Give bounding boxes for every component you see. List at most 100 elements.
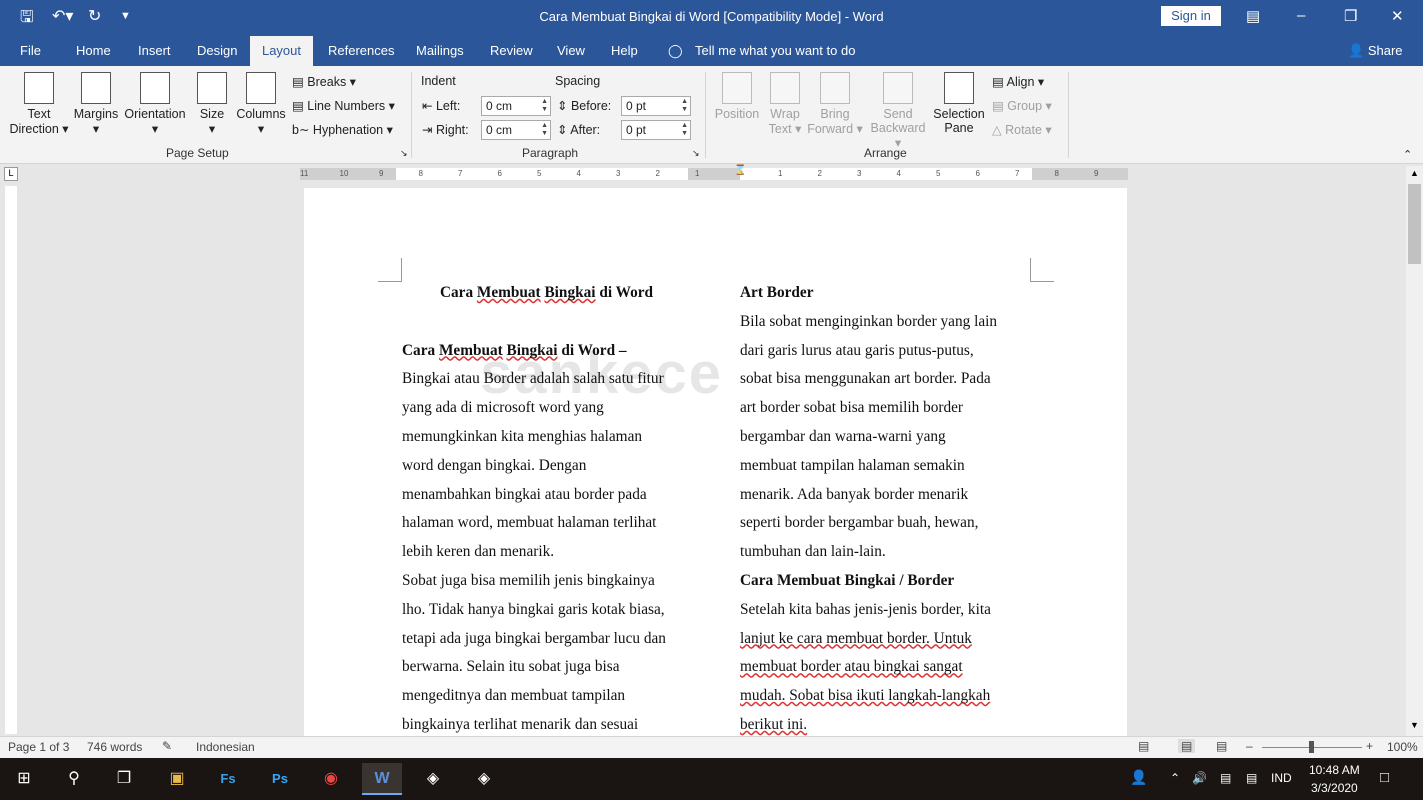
position-button[interactable]: Position [712,72,762,121]
notifications-icon[interactable]: □ [1380,769,1389,786]
spinner-icon[interactable]: ▲ ▼ [681,98,688,114]
clock-date[interactable]: 3/3/2020 [1311,781,1358,795]
send-backward-button[interactable]: Send Backward ▾ [866,72,930,150]
ruler-label: 2 [817,169,822,178]
scroll-up-icon[interactable]: ▲ [1410,168,1419,178]
tab-mailings[interactable]: Mailings [416,43,464,58]
text-line: membuat border atau bingkai sangat [740,658,963,676]
minimize-icon[interactable]: – [1297,7,1305,24]
paragraph-launcher-icon[interactable]: ↘ [692,148,700,159]
collapse-ribbon-icon[interactable]: ⌃ [1403,148,1412,161]
hyphenation-button[interactable]: b∼ Hyphenation ▾ [292,122,393,137]
restore-icon[interactable]: ❐ [1344,7,1357,25]
size-label: Size [199,107,225,121]
indent-left-label: ⇤ Left: [422,99,461,113]
tab-help[interactable]: Help [611,43,638,58]
tab-layout[interactable]: Layout [250,36,313,66]
photoshop-icon[interactable]: Ps [260,763,300,795]
ruler-label: 6 [975,169,980,178]
close-icon[interactable]: ✕ [1391,7,1404,25]
zoom-slider-thumb[interactable] [1309,741,1314,753]
app-icon[interactable]: ◈ [464,763,504,795]
text-line: lebih keren dan menarik. [402,543,555,561]
spinner-icon[interactable]: ▲ ▼ [541,122,548,138]
spacing-before-icon: ⇕ [557,99,568,113]
wrap-text-icon [770,72,800,104]
ruler-label: 7 [458,169,463,178]
zoom-in-icon[interactable]: + [1366,739,1373,753]
status-bar: Page 1 of 3 746 words ✎ Indonesian ▤ ▤ ▤… [0,736,1423,758]
page-setup-launcher-icon[interactable]: ↘ [400,148,408,159]
rotate-button[interactable]: △ Rotate ▾ [992,122,1052,137]
sign-in-button[interactable]: Sign in [1161,6,1221,26]
ruler-label: 3 [857,169,862,178]
word-count[interactable]: 746 words [87,740,142,754]
zoom-out-icon[interactable]: – [1246,739,1253,753]
chrome-icon[interactable]: ◉ [311,763,351,795]
tab-selector[interactable]: L [4,167,18,181]
group-button[interactable]: ▤ Group ▾ [992,98,1052,113]
columns-button[interactable]: Columns ▾ [234,72,288,136]
tab-home[interactable]: Home [76,43,111,58]
tab-design[interactable]: Design [197,43,237,58]
vertical-scrollbar[interactable]: ▲ ▼ [1406,166,1423,736]
zoom-level[interactable]: 100% [1387,740,1418,754]
spinner-icon[interactable]: ▲ ▼ [681,122,688,138]
breaks-button[interactable]: ▤ Breaks ▾ [292,74,356,89]
scroll-thumb[interactable] [1408,184,1421,264]
text-line: bergambar dan warna-warni yang [740,427,946,445]
tray-chevron-icon[interactable]: ⌃ [1170,771,1180,785]
line-numbers-button[interactable]: ▤ Line Numbers ▾ [292,98,395,113]
margins-button[interactable]: Margins ▾ [72,72,120,136]
tab-review[interactable]: Review [490,43,533,58]
search-icon[interactable]: ⚲ [54,763,94,795]
fs-app-icon[interactable]: Fs [208,763,248,795]
web-layout-icon[interactable]: ▤ [1216,739,1227,753]
connect-icon[interactable]: ▤ [1246,771,1257,785]
text-line: yang ada di microsoft word yang [402,399,604,417]
tab-file[interactable]: File [20,43,41,58]
tell-me-search[interactable]: Tell me what you want to do [695,43,855,58]
proofing-icon[interactable]: ✎ [162,739,172,753]
text-line: seperti border bergambar buah, hewan, [740,514,979,532]
app-icon[interactable]: ◈ [413,763,453,795]
spinner-icon[interactable]: ▲ ▼ [541,98,548,114]
language[interactable]: Indonesian [196,740,255,754]
ribbon-display-icon[interactable]: ▤ [1246,7,1260,25]
share-button[interactable]: 👤 Share [1348,43,1403,59]
wrap-text-button[interactable]: Wrap Text ▾ [764,72,806,136]
horizontal-ruler[interactable]: 11 10 9 8 7 6 5 4 3 2 1 1 2 3 4 5 6 7 8 9 ⌛ [300,165,1128,180]
send-backward-label-1: Send [883,107,913,121]
separator [411,72,412,158]
scroll-down-icon[interactable]: ▼ [1410,720,1419,730]
network-icon[interactable]: ▤ [1220,771,1231,785]
indent-marker-icon[interactable]: ⌛ [734,165,746,176]
task-view-icon[interactable]: ❐ [104,763,144,795]
clock-time[interactable]: 10:48 AM [1309,763,1360,777]
file-explorer-icon[interactable]: ▣ [157,763,197,795]
text-direction-button[interactable]: Text Direction ▾ [8,72,70,136]
tab-view[interactable]: View [557,43,585,58]
word-icon[interactable]: W [362,763,402,795]
volume-icon[interactable]: 🔊 [1192,771,1207,785]
bring-forward-button[interactable]: Bring Forward ▾ [806,72,864,136]
tab-references[interactable]: References [328,43,394,58]
left-column[interactable]: Cara Membuat Bingkai di Word Cara Membua… [402,279,691,740]
spacing-after-input[interactable]: 0 pt ▲ ▼ [621,120,691,140]
size-button[interactable]: Size ▾ [194,72,230,136]
spacing-before-input[interactable]: 0 pt ▲ ▼ [621,96,691,116]
page-count[interactable]: Page 1 of 3 [8,740,69,754]
orientation-button[interactable]: Orientation ▾ [122,72,188,136]
read-mode-icon[interactable]: ▤ [1138,739,1149,753]
align-button[interactable]: ▤ Align ▾ [992,74,1044,89]
align-label: Align [1006,75,1035,89]
print-layout-icon[interactable]: ▤ [1178,739,1196,753]
windows-start-icon[interactable]: ⊞ [4,763,44,795]
selection-pane-button[interactable]: Selection Pane [930,72,988,135]
tab-insert[interactable]: Insert [138,43,171,58]
indent-right-input[interactable]: 0 cm ▲ ▼ [481,120,551,140]
indent-left-input[interactable]: 0 cm ▲ ▼ [481,96,551,116]
right-column[interactable]: Art Border Bila sobat menginginkan borde… [740,279,1029,740]
people-icon[interactable]: 👤 [1130,769,1147,786]
input-language[interactable]: IND [1271,771,1292,785]
